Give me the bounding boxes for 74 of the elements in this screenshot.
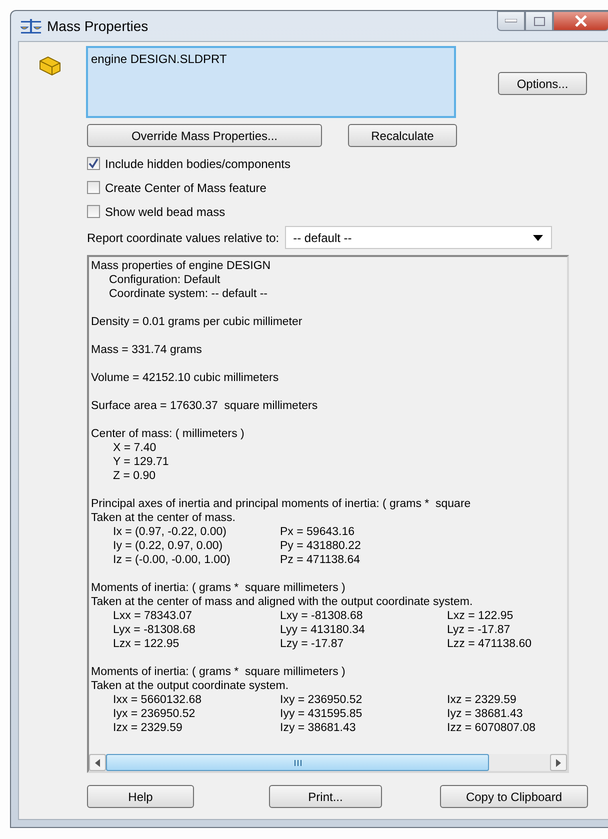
copy-button[interactable]: Copy to Clipboard bbox=[440, 785, 588, 808]
report-value: Iyx = 236950.52 bbox=[113, 707, 196, 721]
report-value: Lxz = 122.95 bbox=[447, 609, 514, 623]
print-button[interactable]: Print... bbox=[269, 785, 382, 808]
report-value: Iz = (-0.00, -0.00, 1.00) bbox=[113, 553, 232, 567]
report-line: Surface area = 17630.37 square millimeters bbox=[91, 399, 319, 413]
coordinate-dropdown[interactable]: -- default -- bbox=[285, 226, 552, 249]
grip-icon bbox=[294, 760, 302, 766]
scroll-left-button[interactable] bbox=[89, 754, 106, 771]
report-value: Lyy = 413180.34 bbox=[280, 623, 366, 637]
options-button[interactable]: Options... bbox=[498, 72, 587, 95]
report-line: Mass properties of engine DESIGN bbox=[91, 259, 272, 273]
part-list-item[interactable]: engine DESIGN.SLDPRT bbox=[91, 52, 451, 66]
close-button[interactable] bbox=[553, 11, 608, 31]
report-value: Lzx = 122.95 bbox=[113, 637, 180, 651]
report-value: Lzy = -17.87 bbox=[280, 637, 345, 651]
override-button[interactable]: Override Mass Properties... bbox=[87, 124, 322, 147]
window-title: Mass Properties bbox=[47, 18, 148, 34]
scale-icon bbox=[20, 18, 42, 34]
report-line: Principal axes of inertia and principal moments of inertia: ( grams * square bbox=[91, 497, 472, 511]
horizontal-scrollbar[interactable] bbox=[89, 754, 567, 771]
left-arrow-icon bbox=[95, 758, 100, 766]
report-value: Iy = (0.22, 0.97, 0.00) bbox=[113, 539, 224, 553]
checkbox[interactable] bbox=[87, 205, 100, 218]
report-value: Iyz = 38681.43 bbox=[447, 707, 524, 721]
help-button[interactable]: Help bbox=[87, 785, 194, 808]
report-value: Ixz = 2329.59 bbox=[447, 693, 518, 707]
report-value: Lxy = -81308.68 bbox=[280, 609, 364, 623]
report-value: Ixx = 5660132.68 bbox=[113, 693, 203, 707]
report-line: Coordinate system: -- default -- bbox=[108, 287, 269, 301]
report-line: Moments of inertia: ( grams * square millimeters ) bbox=[91, 665, 346, 679]
report-value: Pz = 471138.64 bbox=[280, 553, 362, 567]
checkbox-label[interactable]: Show weld bead mass bbox=[105, 204, 226, 218]
report-line: Taken at the output coordinate system. bbox=[91, 679, 290, 693]
minimize-icon bbox=[505, 19, 517, 23]
checkbox-label[interactable]: Include hidden bodies/components bbox=[105, 156, 290, 170]
checkbox[interactable] bbox=[87, 181, 100, 194]
report-line: Configuration: Default bbox=[108, 273, 222, 287]
report-value: Px = 59643.16 bbox=[280, 525, 356, 539]
report-value: Y = 129.71 bbox=[113, 455, 170, 469]
report-value: Z = 0.90 bbox=[113, 469, 157, 483]
report-value: Iyy = 431595.85 bbox=[280, 707, 364, 721]
report-value: Ix = (0.97, -0.22, 0.00) bbox=[113, 525, 228, 539]
report-value: Ixy = 236950.52 bbox=[280, 693, 364, 707]
report-value: Izz = 6070807.08 bbox=[447, 721, 537, 735]
report-line: Moments of inertia: ( grams * square millimeters ) bbox=[91, 581, 346, 595]
report-line: Volume = 42152.10 cubic millimeters bbox=[91, 371, 280, 385]
report-value: Lzz = 471138.60 bbox=[447, 637, 533, 651]
report-line: Taken at the center of mass. bbox=[91, 511, 236, 525]
right-arrow-icon bbox=[556, 758, 561, 766]
minimize-button[interactable] bbox=[497, 11, 525, 31]
part-list[interactable]: engine DESIGN.SLDPRT bbox=[86, 46, 456, 118]
report-value: Lxx = 78343.07 bbox=[113, 609, 193, 623]
report-line: Mass = 331.74 grams bbox=[91, 343, 203, 357]
report-line: Density = 0.01 grams per cubic millimeter bbox=[91, 315, 304, 329]
report-value: Izx = 2329.59 bbox=[113, 721, 184, 735]
report-value: Lyx = -81308.68 bbox=[113, 623, 196, 637]
coordinate-label: Report coordinate values relative to: bbox=[87, 230, 280, 244]
report-value: Py = 431880.22 bbox=[280, 539, 362, 553]
close-icon bbox=[574, 15, 588, 27]
report-value: Izy = 38681.43 bbox=[280, 721, 357, 735]
recalculate-button[interactable]: Recalculate bbox=[348, 124, 457, 147]
report-line: Center of mass: ( millimeters ) bbox=[91, 427, 246, 441]
report-value: X = 7.40 bbox=[113, 441, 158, 455]
checkbox-label[interactable]: Create Center of Mass feature bbox=[105, 180, 266, 194]
report-value: Lyz = -17.87 bbox=[447, 623, 512, 637]
dropdown-arrow-icon bbox=[533, 234, 544, 240]
maximize-icon bbox=[534, 16, 544, 26]
scrollbar-thumb[interactable] bbox=[106, 754, 489, 771]
part-icon bbox=[38, 55, 62, 77]
checkbox[interactable] bbox=[87, 157, 100, 170]
maximize-button[interactable] bbox=[525, 11, 553, 31]
report-line: Taken at the center of mass and aligned with the output coordinate system. bbox=[91, 595, 474, 609]
scroll-right-button[interactable] bbox=[550, 754, 567, 771]
